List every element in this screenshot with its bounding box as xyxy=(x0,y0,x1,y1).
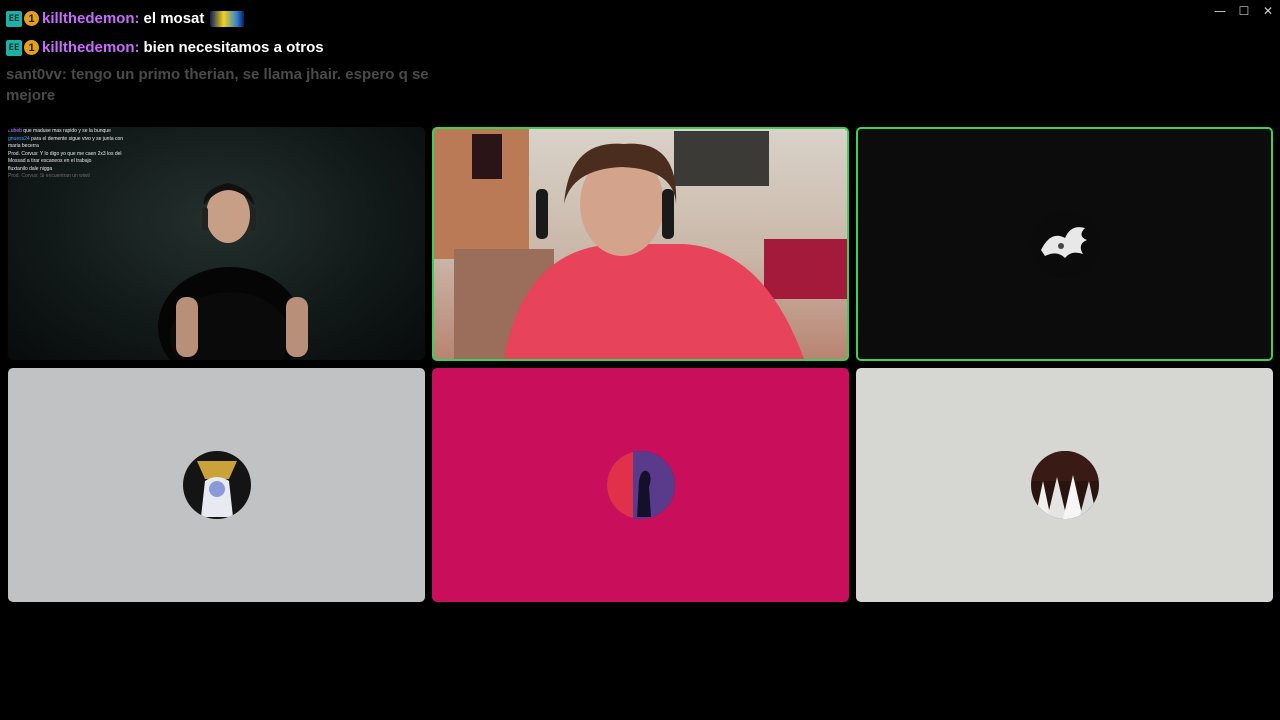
dragon-avatar-icon xyxy=(1040,227,1087,258)
chat-message: EE 1 killthedemon: el mosat xyxy=(6,4,446,33)
webcam-person-1 xyxy=(158,183,308,360)
video-tile-4[interactable] xyxy=(8,368,425,602)
chat-message: EE 1 killthedemon: bien necesitamos a ot… xyxy=(6,33,446,62)
maximize-button[interactable]: ☐ xyxy=(1232,0,1256,22)
video-tile-3[interactable] xyxy=(856,127,1273,361)
forest-avatar-icon xyxy=(1030,451,1099,519)
video-tile-2[interactable] xyxy=(432,127,849,361)
user-avatar xyxy=(606,451,675,519)
silhouette-avatar-icon xyxy=(606,451,675,519)
emote-icon xyxy=(210,10,245,27)
subscriber-badge-icon: EE xyxy=(6,39,22,56)
chat-overlay: EE 1 killthedemon: el mosat EE 1 killthe… xyxy=(6,4,446,106)
chat-text: bien necesitamos a otros xyxy=(143,39,324,56)
user-avatar xyxy=(1030,210,1099,278)
badge-number: 1 xyxy=(24,40,39,55)
chat-faded-message: sant0vv: tengo un primo therian, se llam… xyxy=(6,66,429,104)
video-tile-1[interactable]: Lubeb que maduse mas rapido y se la bunq… xyxy=(8,127,425,360)
subscriber-badge-icon: EE xyxy=(6,10,22,27)
user-avatar xyxy=(1030,451,1099,519)
chat-username: killthedemon: xyxy=(42,10,140,27)
video-tile-5[interactable] xyxy=(432,368,849,602)
user-avatar xyxy=(182,451,251,519)
video-tile-6[interactable] xyxy=(856,368,1273,602)
window-controls: — ☐ ✕ xyxy=(1208,0,1280,22)
close-button[interactable]: ✕ xyxy=(1256,0,1280,22)
minimize-button[interactable]: — xyxy=(1208,0,1232,22)
badge-number: 1 xyxy=(24,11,39,26)
figure-avatar-icon xyxy=(196,461,237,517)
webcam-person-2 xyxy=(434,129,847,359)
chat-text: el mosat xyxy=(143,10,205,27)
chat-username: killthedemon: xyxy=(42,39,140,56)
